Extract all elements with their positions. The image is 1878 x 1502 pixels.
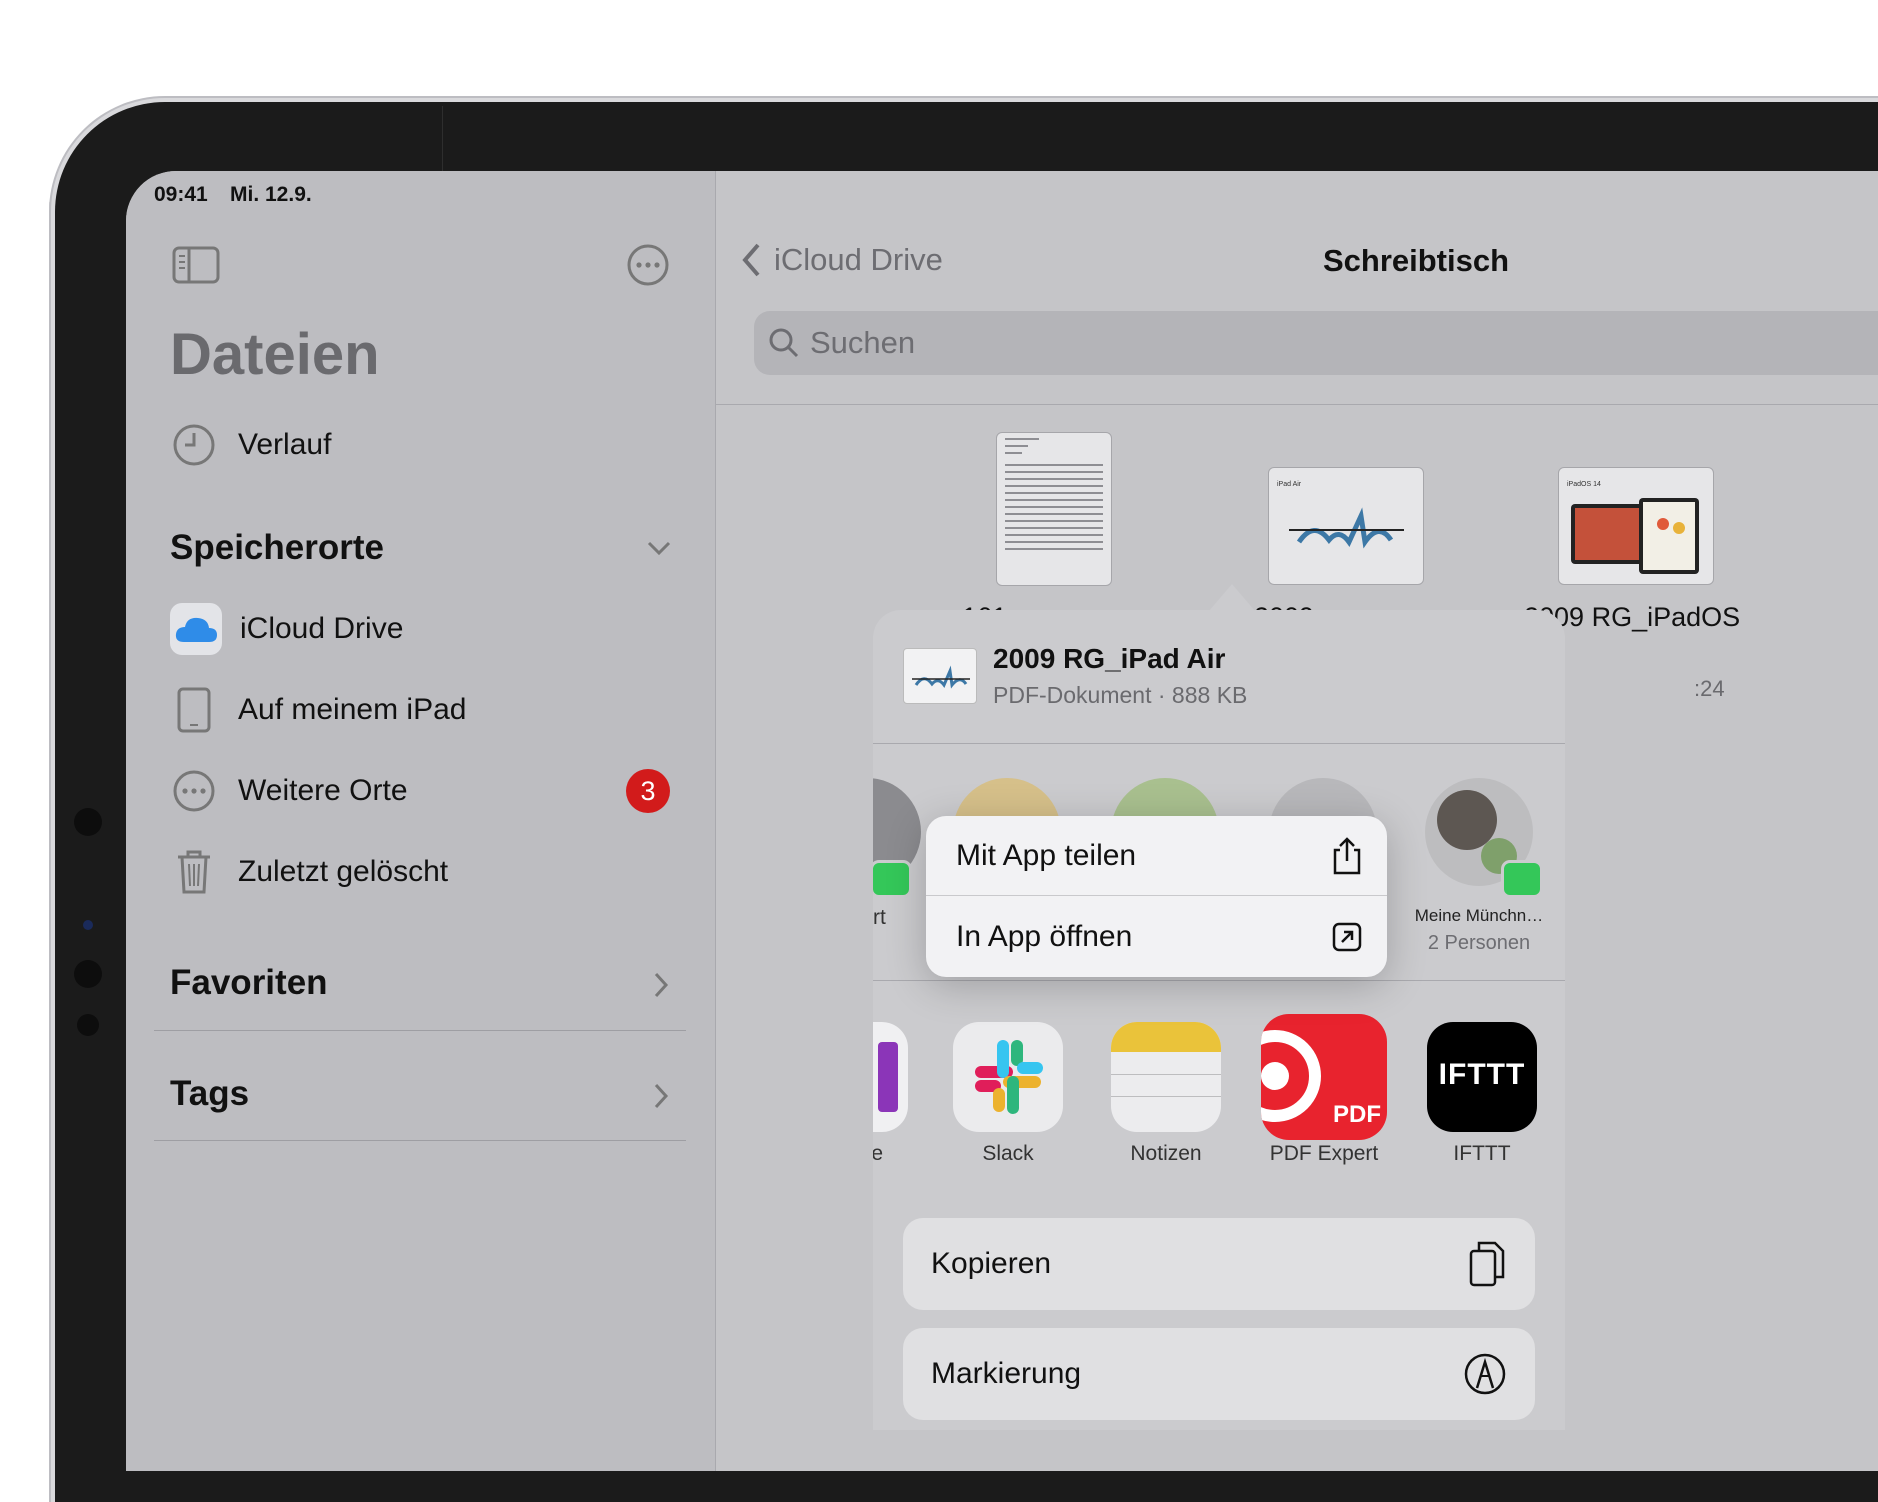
app-icon-partial[interactable] [873,1022,908,1132]
page-title: Dateien [170,322,380,387]
share-file-info: PDF-Dokument · 888 KB [993,682,1248,708]
svg-text:iPad Air: iPad Air [1277,481,1302,488]
action-label: Kopieren [931,1247,1052,1280]
icloud-icon [170,603,222,655]
contact-name: rt [873,906,886,929]
share-sheet: 2009 RG_iPad Air PDF-Dokument · 888 KB r… [873,610,1565,1430]
camera-dot [74,960,102,988]
app-label: PDF Expert [1269,1142,1379,1165]
file-thumbnail[interactable] [996,432,1112,586]
chevron-right-icon[interactable] [652,971,670,1004]
sidebar-item-more-locations[interactable]: Weitere Orte [170,761,690,821]
slack-app-icon[interactable] [953,1022,1063,1132]
app-label: IFTTT [1453,1142,1511,1165]
sidebar-item-label: Verlauf [238,428,332,461]
divider [154,1030,686,1031]
popover-arrow [1208,584,1256,612]
sidebar-item-label: Weitere Orte [238,774,408,807]
search-icon [769,328,799,358]
action-label: Markierung [931,1357,1082,1390]
notification-badge: 3 [626,769,670,813]
file-preview-thumbnail [903,648,977,704]
sidebar-item-icloud-drive[interactable]: iCloud Drive [170,599,690,659]
chevron-right-icon[interactable] [652,1082,670,1115]
back-label: iCloud Drive [774,242,943,277]
camera-lens [83,920,93,930]
trash-icon [170,848,218,896]
markup-action[interactable]: Markierung [903,1328,1535,1420]
open-in-app-menu-item[interactable]: In App öffnen [926,897,1387,977]
pdf-expert-app-icon[interactable]: PDF [1261,1014,1387,1140]
copy-icon [1469,1241,1505,1287]
sidebar-item-on-my-ipad[interactable]: Auf meinem iPad [170,680,690,740]
menu-item-label: In App öffnen [956,920,1133,953]
contact-sub: 2 Personen [1427,932,1531,954]
contact-name: Meine Münchn… [1414,906,1544,925]
sidebar-item-recents[interactable]: Verlauf [170,415,690,475]
status-date: Mi. 12.9. [230,183,312,206]
svg-text:iPadOS 14: iPadOS 14 [1567,481,1601,488]
file-thumbnail[interactable]: iPad Air [1268,467,1424,585]
file-info: :24 [1694,676,1725,701]
share-with-app-menu-item[interactable]: Mit App teilen [926,816,1387,896]
sidebar-item-label: iCloud Drive [240,612,404,645]
sidebar: 09:41 Mi. 12.9. Dateien Verlauf Speicher… [126,171,716,1471]
camera-dot [77,1014,99,1036]
svg-text:PDF: PDF [1333,1101,1381,1128]
divider [716,404,1878,405]
file-thumbnail[interactable]: iPadOS 14 [1558,467,1714,585]
share-file-title: 2009 RG_iPad Air [993,643,1226,674]
sidebar-item-label: Zuletzt gelöscht [238,855,449,888]
ellipsis-circle-icon [170,767,218,815]
page-title: Schreibtisch [1322,243,1510,278]
context-menu: Mit App teilen In App öffnen [926,816,1387,977]
copy-action[interactable]: Kopieren [903,1218,1535,1310]
divider [873,980,1565,981]
search-placeholder: Suchen [810,325,916,360]
section-header-locations[interactable]: Speicherorte [170,528,384,568]
back-button[interactable]: iCloud Drive [740,241,943,279]
app-label: Notizen [1130,1142,1202,1165]
ipad-icon [170,686,218,734]
divider [154,1140,686,1141]
app-label: Slack [982,1142,1034,1165]
divider [873,743,1565,744]
clock-icon [170,421,218,469]
share-icon [1333,836,1361,874]
status-time: 09:41 [154,183,208,206]
markup-icon [1464,1353,1506,1395]
section-header-favorites[interactable]: Favoriten [170,963,328,1003]
menu-item-label: Mit App teilen [956,838,1137,872]
app-label: te [873,1142,883,1165]
sidebar-item-label: Auf meinem iPad [238,693,467,726]
search-field[interactable]: Suchen [754,311,1878,375]
ifttt-app-icon[interactable]: IFTTT [1427,1022,1537,1132]
messages-icon [873,860,912,898]
chevron-down-icon[interactable] [646,539,672,562]
bezel-separator [442,106,443,174]
open-external-icon [1332,922,1362,952]
notes-app-icon[interactable] [1111,1022,1221,1132]
sidebar-toggle-icon[interactable] [172,246,220,289]
sidebar-item-recently-deleted[interactable]: Zuletzt gelöscht [170,842,690,902]
camera-dot [74,808,102,836]
more-options-icon[interactable] [626,243,670,292]
chevron-left-icon [742,243,760,277]
messages-icon [1501,860,1543,898]
section-header-tags[interactable]: Tags [170,1074,249,1114]
